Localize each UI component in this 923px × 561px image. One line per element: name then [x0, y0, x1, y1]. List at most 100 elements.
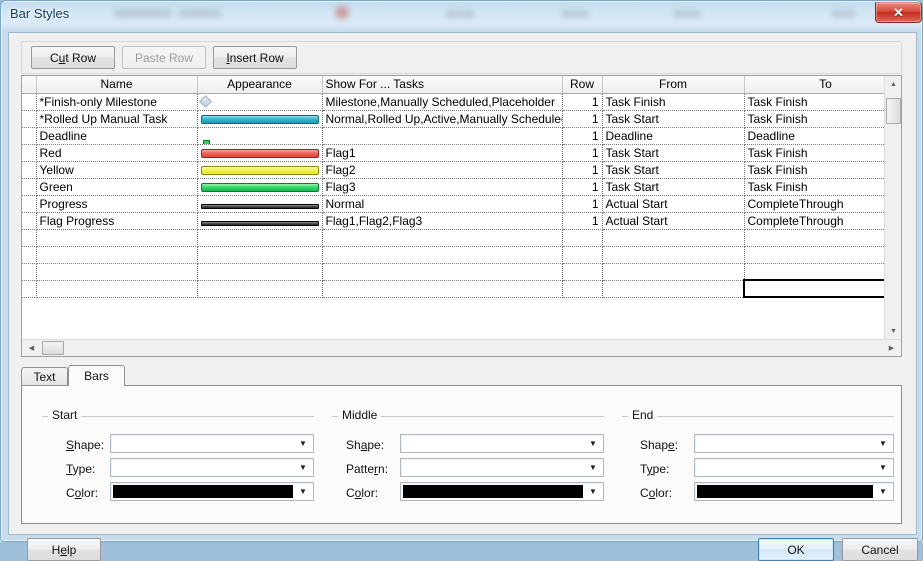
- vertical-scroll-thumb[interactable]: [886, 98, 901, 124]
- paste-row-button[interactable]: Paste Row: [122, 46, 206, 69]
- cell-row[interactable]: 1: [562, 144, 603, 162]
- row-selector-cell[interactable]: [22, 161, 37, 179]
- chevron-down-icon[interactable]: ▼: [875, 459, 891, 476]
- table-row[interactable]: Green Flag3 1 Task Start Task Finish: [22, 178, 884, 196]
- cell-name[interactable]: [36, 280, 198, 298]
- cell-from[interactable]: Deadline: [602, 127, 745, 145]
- cell-show-for[interactable]: [322, 263, 563, 281]
- cell-from[interactable]: [602, 263, 745, 281]
- cell-appearance[interactable]: [197, 110, 323, 128]
- cell-from[interactable]: [602, 246, 745, 264]
- cell-row[interactable]: 1: [562, 195, 603, 213]
- row-selector-cell[interactable]: [22, 178, 37, 196]
- cell-name[interactable]: *Finish-only Milestone: [36, 93, 198, 111]
- cell-appearance[interactable]: [197, 127, 323, 145]
- scroll-left-icon[interactable]: ◀: [24, 340, 39, 356]
- close-button[interactable]: ✕: [875, 2, 922, 23]
- cell-to[interactable]: Task Finish: [744, 93, 884, 111]
- column-header-show-for[interactable]: Show For ... Tasks: [322, 76, 563, 94]
- cell-to[interactable]: Deadline: [744, 127, 884, 145]
- table-row[interactable]: ▼: [22, 279, 884, 298]
- chevron-down-icon[interactable]: ▼: [295, 435, 311, 452]
- cell-to[interactable]: Task Finish: [744, 161, 884, 179]
- table-row[interactable]: Red Flag1 1 Task Start Task Finish: [22, 144, 884, 162]
- tab-bars[interactable]: Bars: [68, 365, 125, 386]
- table-row[interactable]: Deadline 1 Deadline Deadline: [22, 127, 884, 145]
- tab-text[interactable]: Text: [21, 367, 68, 386]
- cell-name[interactable]: *Rolled Up Manual Task: [36, 110, 198, 128]
- row-selector-cell[interactable]: [22, 144, 37, 162]
- start-type-combo[interactable]: ▼: [110, 458, 314, 477]
- help-button[interactable]: Help: [27, 538, 101, 561]
- chevron-down-icon[interactable]: ▼: [295, 483, 311, 500]
- cell-show-for[interactable]: Flag1: [322, 144, 563, 162]
- middle-color-combo[interactable]: ▼: [400, 482, 604, 501]
- column-header-appearance[interactable]: Appearance: [197, 76, 323, 94]
- cell-show-for[interactable]: [322, 229, 563, 247]
- cell-from[interactable]: Task Start: [602, 178, 745, 196]
- cell-appearance[interactable]: [197, 93, 323, 111]
- scroll-right-icon[interactable]: ▶: [884, 340, 899, 356]
- table-row[interactable]: *Rolled Up Manual Task Normal,Rolled Up,A…: [22, 110, 884, 128]
- cell-appearance[interactable]: [197, 263, 323, 281]
- cell-row[interactable]: [562, 280, 603, 298]
- table-row[interactable]: Progress Normal 1 Actual Start CompleteThrou…: [22, 195, 884, 213]
- cell-name[interactable]: Red: [36, 144, 198, 162]
- row-selector-cell[interactable]: [22, 246, 37, 264]
- scroll-down-icon[interactable]: ▼: [885, 323, 902, 340]
- horizontal-scroll-thumb[interactable]: [42, 341, 64, 355]
- cell-appearance[interactable]: [197, 212, 323, 230]
- start-shape-combo[interactable]: ▼: [110, 434, 314, 453]
- cell-row[interactable]: 1: [562, 178, 603, 196]
- row-selector-cell[interactable]: [22, 110, 37, 128]
- cell-appearance[interactable]: [197, 178, 323, 196]
- column-header-to[interactable]: To: [744, 76, 884, 94]
- cell-to[interactable]: [744, 246, 884, 264]
- cell-show-for[interactable]: [322, 280, 563, 298]
- cell-from[interactable]: Task Finish: [602, 93, 745, 111]
- table-row[interactable]: Flag Progress Flag1,Flag2,Flag3 1 Actual St…: [22, 212, 884, 230]
- cell-to-selected[interactable]: ▼: [743, 279, 884, 298]
- chevron-down-icon[interactable]: ▼: [585, 435, 601, 452]
- chevron-down-icon[interactable]: ▼: [875, 483, 891, 500]
- grid-corner-cell[interactable]: [22, 76, 37, 94]
- table-row[interactable]: [22, 229, 884, 247]
- cell-name[interactable]: [36, 229, 198, 247]
- cell-row[interactable]: 1: [562, 212, 603, 230]
- row-selector-cell[interactable]: [22, 93, 37, 111]
- cell-from[interactable]: Actual Start: [602, 195, 745, 213]
- cell-show-for[interactable]: Milestone,Manually Scheduled,Placeholder: [322, 93, 563, 111]
- table-row[interactable]: Yellow Flag2 1 Task Start Task Finish: [22, 161, 884, 179]
- column-header-from[interactable]: From: [602, 76, 745, 94]
- cell-show-for[interactable]: Flag3: [322, 178, 563, 196]
- cell-appearance[interactable]: [197, 161, 323, 179]
- cell-from[interactable]: Task Start: [602, 144, 745, 162]
- row-selector-cell[interactable]: [22, 229, 37, 247]
- grid-vertical-scrollbar[interactable]: ▲ ▼: [884, 76, 901, 340]
- grid-horizontal-scrollbar[interactable]: ◀ ▶: [22, 339, 901, 356]
- start-color-combo[interactable]: ▼: [110, 482, 314, 501]
- cell-row[interactable]: 1: [562, 93, 603, 111]
- cell-name[interactable]: Yellow: [36, 161, 198, 179]
- cell-from[interactable]: [602, 229, 745, 247]
- cell-show-for[interactable]: [322, 127, 563, 145]
- cell-appearance[interactable]: [197, 246, 323, 264]
- end-type-combo[interactable]: ▼: [694, 458, 894, 477]
- cell-show-for[interactable]: Flag2: [322, 161, 563, 179]
- cell-to[interactable]: Task Finish: [744, 178, 884, 196]
- cell-show-for[interactable]: Flag1,Flag2,Flag3: [322, 212, 563, 230]
- cell-name[interactable]: [36, 263, 198, 281]
- cell-from[interactable]: Task Start: [602, 161, 745, 179]
- cell-to[interactable]: [744, 263, 884, 281]
- end-color-combo[interactable]: ▼: [694, 482, 894, 501]
- cell-row[interactable]: [562, 246, 603, 264]
- cell-name[interactable]: Green: [36, 178, 198, 196]
- chevron-down-icon[interactable]: ▼: [585, 483, 601, 500]
- cell-show-for[interactable]: [322, 246, 563, 264]
- column-header-name[interactable]: Name: [36, 76, 198, 94]
- row-selector-cell[interactable]: [22, 195, 37, 213]
- cell-to[interactable]: [744, 229, 884, 247]
- scroll-up-icon[interactable]: ▲: [885, 76, 902, 93]
- cell-name[interactable]: Progress: [36, 195, 198, 213]
- row-selector-cell[interactable]: [22, 280, 37, 298]
